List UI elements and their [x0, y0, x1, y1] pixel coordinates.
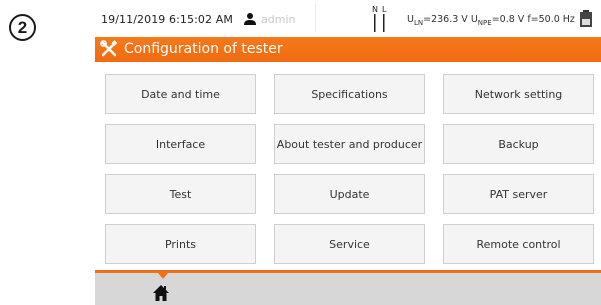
- page-title: Configuration of tester: [124, 41, 283, 57]
- user-name: admin: [261, 13, 296, 26]
- tools-icon: [100, 40, 118, 57]
- plug-icon: N L: [372, 5, 387, 32]
- date-and-time-button[interactable]: Date and time: [105, 74, 256, 114]
- plug-n-label: N: [372, 5, 378, 14]
- specifications-button[interactable]: Specifications: [274, 74, 425, 114]
- pat-server-button[interactable]: PAT server: [443, 174, 594, 214]
- backup-button[interactable]: Backup: [443, 124, 594, 164]
- title-bar: Configuration of tester: [95, 37, 601, 62]
- interface-button[interactable]: Interface: [105, 124, 256, 164]
- datetime-display: 19/11/2019 6:15:02 AM: [101, 13, 233, 26]
- bottom-nav-bar: [95, 270, 601, 305]
- step-number-badge: 2: [9, 14, 36, 41]
- active-indicator: [158, 273, 168, 279]
- user-icon: [244, 13, 256, 25]
- home-icon[interactable]: [152, 284, 170, 302]
- plug-l-label: L: [382, 5, 387, 14]
- service-button[interactable]: Service: [274, 224, 425, 264]
- update-button[interactable]: Update: [274, 174, 425, 214]
- status-bar: 19/11/2019 6:15:02 AM admin N L ULN=236.…: [95, 0, 601, 38]
- battery-icon: [580, 10, 592, 27]
- tester-screen: 19/11/2019 6:15:02 AM admin N L ULN=236.…: [95, 0, 601, 305]
- test-button[interactable]: Test: [105, 174, 256, 214]
- prints-button[interactable]: Prints: [105, 224, 256, 264]
- about-tester-button[interactable]: About tester and producer: [274, 124, 425, 164]
- status-divider: [315, 4, 316, 32]
- network-setting-button[interactable]: Network setting: [443, 74, 594, 114]
- remote-control-button[interactable]: Remote control: [443, 224, 594, 264]
- measurement-readout: ULN=236.3 V UNPE=0.8 V f=50.0 Hz: [407, 14, 575, 27]
